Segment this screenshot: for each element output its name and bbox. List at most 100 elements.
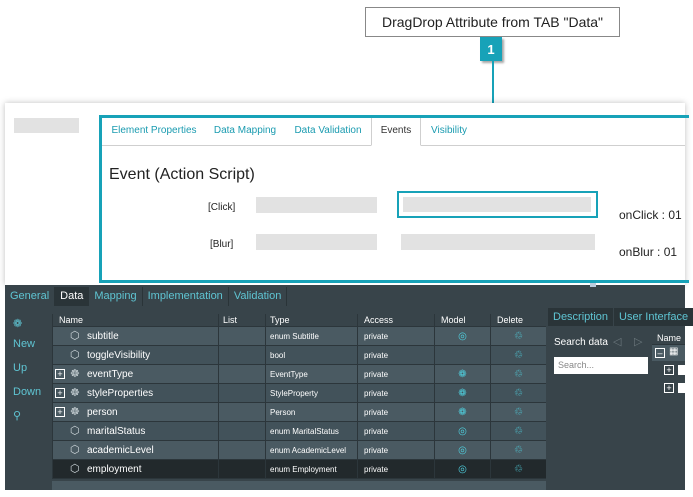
trash-icon[interactable]: ♲: [490, 384, 546, 403]
callout-text: DragDrop Attribute from TAB "Data": [381, 14, 604, 30]
globe-icon[interactable]: ◎: [434, 327, 490, 346]
attribute-name: person: [87, 407, 118, 418]
globe-icon[interactable]: ◎: [434, 422, 490, 441]
data-browser: Description User Interface Search data ◁…: [548, 308, 693, 490]
click-action-field[interactable]: [403, 197, 591, 212]
name-cell[interactable]: + ☸ person: [52, 403, 218, 422]
prev-arrow-icon[interactable]: ◁: [613, 335, 621, 348]
tab-data[interactable]: Data: [55, 287, 90, 306]
type-cell: StyleProperty: [265, 384, 357, 403]
tab-validation[interactable]: Validation: [229, 287, 288, 306]
attribute-icon: ⬡: [70, 330, 80, 342]
cluster-icon[interactable]: ❁: [434, 403, 490, 422]
table-row[interactable]: + ☸ person Person private ❁ ♲: [52, 403, 546, 422]
blur-action-field[interactable]: [401, 234, 595, 250]
data-tree: Name – ▦ + +: [652, 331, 685, 407]
step-badge: 1: [480, 37, 502, 61]
attribute-icon: ⬡: [70, 463, 80, 475]
access-cell: private: [357, 327, 434, 346]
table-row[interactable]: + ☸ styleProperties StyleProperty private ❁ ♲: [52, 384, 546, 403]
search-icon[interactable]: ⚲: [13, 409, 21, 422]
col-model[interactable]: Model: [434, 314, 490, 327]
col-access[interactable]: Access: [357, 314, 434, 327]
resize-handle[interactable]: [590, 283, 596, 287]
list-cell[interactable]: [218, 441, 265, 460]
access-cell: private: [357, 365, 434, 384]
expand-icon[interactable]: +: [664, 383, 674, 393]
new-button[interactable]: New: [13, 338, 35, 350]
click-field[interactable]: [256, 197, 377, 213]
object-icon: ☸: [70, 406, 80, 418]
tab-description[interactable]: Description: [548, 308, 614, 326]
tab-mapping[interactable]: Mapping: [89, 287, 143, 306]
list-cell[interactable]: [218, 422, 265, 441]
table-row[interactable]: ⬡ subtitle enum Subtitle private ◎ ♲: [52, 327, 546, 346]
name-cell[interactable]: + ☸ eventType: [52, 365, 218, 384]
up-button[interactable]: Up: [13, 362, 27, 374]
events-highlight-frame: [99, 115, 689, 283]
table-row[interactable]: ⬡ academicLevel enum AcademicLevel private ◎…: [52, 441, 546, 460]
blur-field[interactable]: [256, 234, 377, 250]
list-cell[interactable]: [218, 460, 265, 479]
expand-icon[interactable]: +: [55, 407, 65, 417]
table-row[interactable]: ⬡ toggleVisibility bool private ♲: [52, 346, 546, 365]
table-row[interactable]: + ☸ eventType EventType private ❁ ♲: [52, 365, 546, 384]
attribute-icon: ⬡: [70, 349, 80, 361]
name-cell[interactable]: ⬡ maritalStatus: [52, 422, 218, 441]
element-placeholder: [14, 118, 79, 133]
blur-label: [Blur]: [210, 239, 234, 250]
attribute-icon: ⬡: [70, 425, 80, 437]
folder-icon: ▦: [669, 346, 679, 357]
tab-user-interface[interactable]: User Interface: [614, 308, 693, 326]
tab-implementation[interactable]: Implementation: [143, 287, 229, 306]
click-label: [Click]: [208, 202, 236, 213]
trash-icon[interactable]: ♲: [490, 422, 546, 441]
globe-icon[interactable]: ◎: [434, 460, 490, 479]
collapse-icon[interactable]: –: [655, 348, 665, 358]
click-dropzone[interactable]: [397, 191, 598, 218]
list-cell[interactable]: [218, 403, 265, 422]
access-cell: private: [357, 403, 434, 422]
expand-icon[interactable]: +: [55, 369, 65, 379]
tree-item[interactable]: +: [652, 361, 685, 379]
cluster-icon[interactable]: ❁: [434, 384, 490, 403]
table-row[interactable]: ⬡ maritalStatus enum MaritalStatus private ◎…: [52, 422, 546, 441]
list-cell[interactable]: [218, 384, 265, 403]
tree-root[interactable]: – ▦: [652, 345, 685, 361]
globe-icon[interactable]: ◎: [434, 441, 490, 460]
search-input[interactable]: Search...: [554, 357, 648, 374]
expand-icon[interactable]: +: [55, 388, 65, 398]
col-type[interactable]: Type: [265, 314, 357, 327]
col-name[interactable]: Name: [52, 314, 218, 327]
object-icon: ☸: [70, 368, 80, 380]
name-cell[interactable]: ⬡ subtitle: [52, 327, 218, 346]
trash-icon[interactable]: ♲: [490, 441, 546, 460]
col-delete[interactable]: Delete: [490, 314, 546, 327]
list-cell[interactable]: [218, 327, 265, 346]
cluster-icon[interactable]: ❁: [13, 317, 22, 330]
attribute-name: maritalStatus: [87, 426, 146, 437]
name-cell[interactable]: ⬡ toggleVisibility: [52, 346, 218, 365]
cluster-icon[interactable]: ❁: [434, 365, 490, 384]
next-arrow-icon[interactable]: ▷: [634, 335, 642, 348]
trash-icon[interactable]: ♲: [490, 403, 546, 422]
name-cell[interactable]: ⬡ employment: [52, 460, 218, 479]
search-data-label: Search data: [554, 337, 608, 348]
trash-icon[interactable]: ♲: [490, 327, 546, 346]
name-cell[interactable]: + ☸ styleProperties: [52, 384, 218, 403]
trash-icon[interactable]: ♲: [490, 346, 546, 365]
name-cell[interactable]: ⬡ academicLevel: [52, 441, 218, 460]
table-row[interactable]: ⬡ employment enum Employment private ◎ ♲: [52, 460, 546, 479]
list-cell[interactable]: [218, 365, 265, 384]
trash-icon[interactable]: ♲: [490, 365, 546, 384]
list-cell[interactable]: [218, 346, 265, 365]
click-event-value: onClick : 01: [619, 208, 682, 222]
down-button[interactable]: Down: [13, 386, 41, 398]
tree-item[interactable]: +: [652, 379, 685, 397]
trash-icon[interactable]: ♲: [490, 460, 546, 479]
col-list[interactable]: List: [218, 314, 265, 327]
expand-icon[interactable]: +: [664, 365, 674, 375]
tab-general[interactable]: General: [5, 287, 56, 306]
model-cell: [434, 346, 490, 365]
access-cell: private: [357, 346, 434, 365]
